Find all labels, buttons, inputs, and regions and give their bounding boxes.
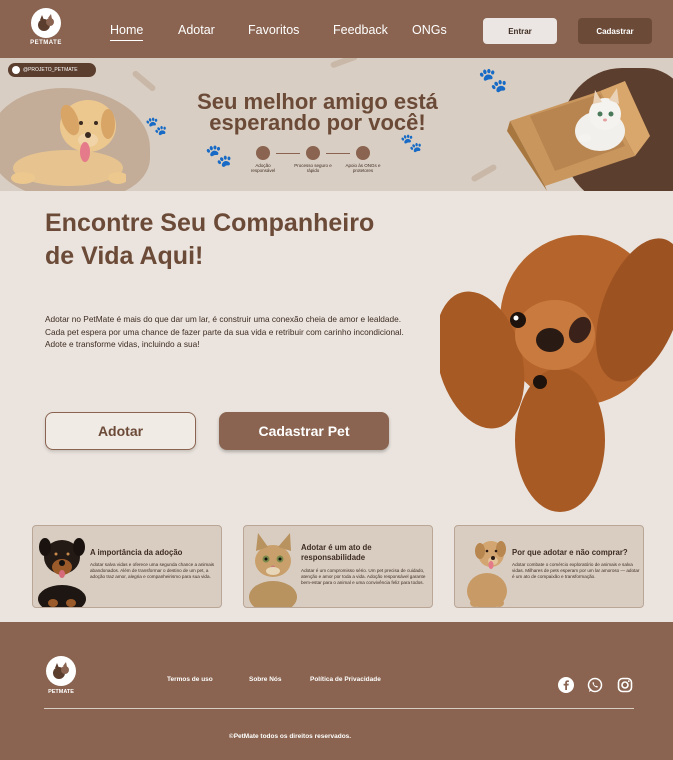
info-card-nao-comprar[interactable]: Por que adotar e não comprar? Adotar com… bbox=[454, 525, 644, 608]
step-apoio: Apoio às ONGs e protetores bbox=[343, 146, 383, 173]
card-text: Adotar é um compromisso sério. Um pet pr… bbox=[301, 568, 426, 586]
step-adocao: Adoção responsável bbox=[243, 146, 283, 173]
shield-icon bbox=[306, 146, 320, 160]
info-card-responsabilidade[interactable]: Adotar é um ato de responsabilidade Adot… bbox=[243, 525, 433, 608]
paw-icon: 🐾 bbox=[145, 116, 168, 136]
nav-link-home[interactable]: Home bbox=[110, 23, 144, 41]
nav-link-adotar[interactable]: Adotar bbox=[178, 23, 215, 37]
labrador-image bbox=[11, 100, 126, 186]
logo-pet-icon bbox=[46, 656, 76, 686]
paw-icon: 🐾 bbox=[205, 143, 233, 168]
bone-icon bbox=[329, 58, 359, 69]
card-text: Adotar combate o comércio exploratório d… bbox=[512, 562, 640, 580]
footer-divider bbox=[44, 708, 634, 709]
home-heart-icon bbox=[356, 146, 370, 160]
footer-link-sobre[interactable]: Sobre Nós bbox=[249, 676, 282, 683]
nav-link-favoritos[interactable]: Favoritos bbox=[248, 23, 299, 37]
copyright-text: ©PetMate todos os direitos reservados. bbox=[228, 733, 352, 740]
rottweiler-image bbox=[38, 538, 86, 607]
bone-icon bbox=[131, 69, 157, 93]
step-label: Apoio às ONGs e protetores bbox=[345, 163, 381, 173]
footer-logo[interactable]: PETMATE bbox=[45, 656, 77, 695]
instagram-icon[interactable] bbox=[617, 677, 633, 693]
paw-icon: 🐾 bbox=[478, 67, 508, 94]
card-text: Adotar salva vidas e oferece uma segunda… bbox=[90, 562, 215, 580]
instagram-handle: @PROJETO_PETMATE bbox=[23, 67, 78, 73]
paw-icon: 🐾 bbox=[400, 133, 423, 153]
step-label: Adoção responsável bbox=[250, 163, 276, 173]
heart-paw-icon bbox=[256, 146, 270, 160]
facebook-icon[interactable] bbox=[558, 677, 574, 693]
hero-title: Encontre Seu Companheiro de Vida Aqui! bbox=[45, 209, 375, 270]
footer-link-termos[interactable]: Termos de uso bbox=[167, 676, 213, 683]
nav-link-feedback[interactable]: Feedback bbox=[333, 23, 388, 37]
card-title: Adotar é um ato de responsabilidade bbox=[301, 543, 372, 562]
instagram-icon bbox=[12, 66, 20, 74]
adotar-button[interactable]: Adotar bbox=[45, 412, 196, 450]
footer-link-privacidade[interactable]: Política de Privacidade bbox=[310, 676, 381, 683]
card-title: Por que adotar e não comprar? bbox=[512, 548, 628, 557]
step-label: Processo seguro e rápido bbox=[294, 163, 332, 173]
hero-description: Adotar no PetMate é mais do que dar um l… bbox=[45, 314, 404, 349]
cadastrar-pet-button[interactable]: Cadastrar Pet bbox=[219, 412, 389, 450]
nav-link-ongs[interactable]: ONGs bbox=[412, 23, 447, 37]
logo-brand-text: PETMATE bbox=[30, 40, 62, 46]
step-processo: Processo seguro e rápido bbox=[293, 146, 333, 173]
footer: PETMATE Termos de uso Sobre Nós Política… bbox=[0, 622, 673, 760]
entrar-button[interactable]: Entrar bbox=[483, 18, 557, 44]
top-navbar: PETMATE Home Adotar Favoritos Feedback O… bbox=[0, 0, 673, 58]
footer-brand-text: PETMATE bbox=[48, 689, 74, 695]
banner-title: Seu melhor amigo está esperando por você… bbox=[197, 89, 438, 135]
instagram-handle-pill[interactable]: @PROJETO_PETMATE bbox=[8, 63, 96, 77]
whatsapp-icon[interactable] bbox=[587, 677, 603, 693]
info-card-adocao[interactable]: A importância da adoção Adotar salva vid… bbox=[32, 525, 222, 608]
banner-steps: Adoção responsável Processo seguro e ráp… bbox=[248, 146, 381, 186]
card-title: A importância da adoção bbox=[90, 548, 183, 557]
tabby-cat-image bbox=[249, 533, 297, 607]
promo-banner: 🐾 🐾 🐾 🐾 @PROJETO_PETMATE Seu melhor amig… bbox=[0, 58, 673, 191]
puppy-image bbox=[467, 541, 507, 607]
bone-icon bbox=[470, 163, 498, 183]
spaniel-dog-image bbox=[440, 235, 673, 512]
logo-pet-icon bbox=[31, 8, 61, 38]
petmate-logo[interactable]: PETMATE bbox=[28, 8, 64, 50]
cat-in-box-image bbox=[507, 81, 650, 191]
cadastrar-button[interactable]: Cadastrar bbox=[578, 18, 652, 44]
